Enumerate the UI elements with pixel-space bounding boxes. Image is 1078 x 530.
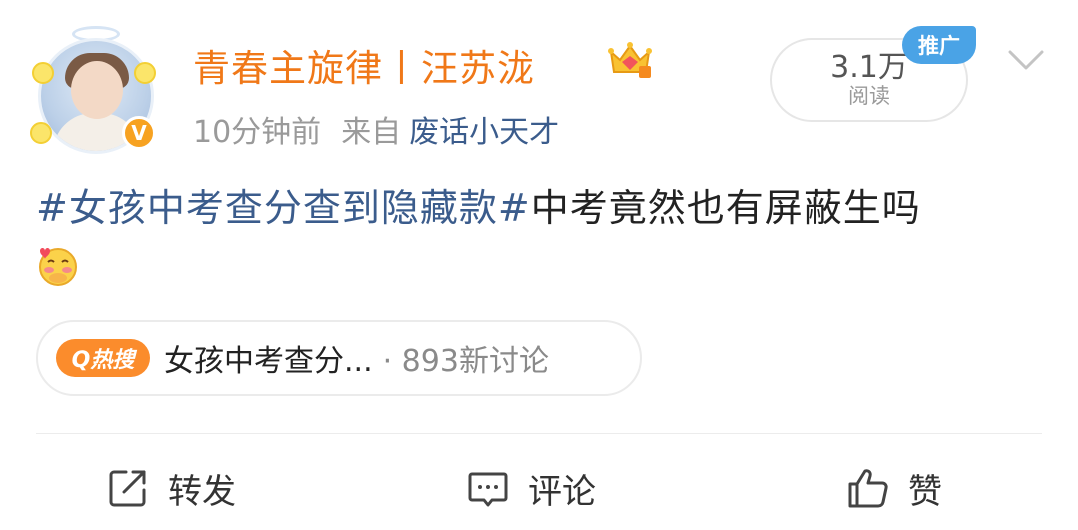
comment-label: 评论 [528,471,596,512]
read-count: 3.1万 [830,50,908,85]
like-label: 赞 [908,471,942,512]
like-button[interactable]: 赞 [846,462,942,514]
hot-search-pill[interactable]: Q热搜 女孩中考查分... · 893新讨论 [36,320,642,396]
post-meta: 10分钟前 来自 废话小天才 [193,107,559,151]
hot-search-topic: 女孩中考查分... [164,344,373,379]
repost-icon [109,470,146,507]
lemon-decoration [32,62,54,84]
avatar[interactable]: V [30,22,162,154]
hot-search-badge: Q热搜 [56,339,150,377]
source-prefix: 来自 [341,115,402,150]
ad-tag: 推广 [902,26,976,64]
hot-search-count: · 893新讨论 [382,344,549,379]
post-text: 中考竟然也有屏蔽生吗 [530,186,921,230]
post-body: #女孩中考查分查到隐藏款#中考竟然也有屏蔽生吗 [36,183,1046,233]
lemon-decoration [30,122,52,144]
hashtag-link[interactable]: #女孩中考查分查到隐藏款# [36,186,531,230]
thumbs-up-icon [848,469,888,508]
repost-label: 转发 [168,471,236,512]
username[interactable]: 青春主旋律丨汪苏泷 [193,38,535,92]
repost-button[interactable]: 转发 [106,462,236,514]
comment-button[interactable]: 评论 [466,462,596,514]
chevron-down-icon[interactable] [1006,44,1046,74]
post-time: 10分钟前 [193,115,322,150]
comment-icon [468,472,508,507]
divider [36,433,1042,434]
lemon-decoration [134,62,156,84]
source-app-link[interactable]: 废话小天才 [409,115,559,150]
verified-icon: V [122,116,156,150]
read-label: 阅读 [848,84,890,108]
crown-icon [608,42,652,78]
blushing-emoji-icon [39,248,77,286]
